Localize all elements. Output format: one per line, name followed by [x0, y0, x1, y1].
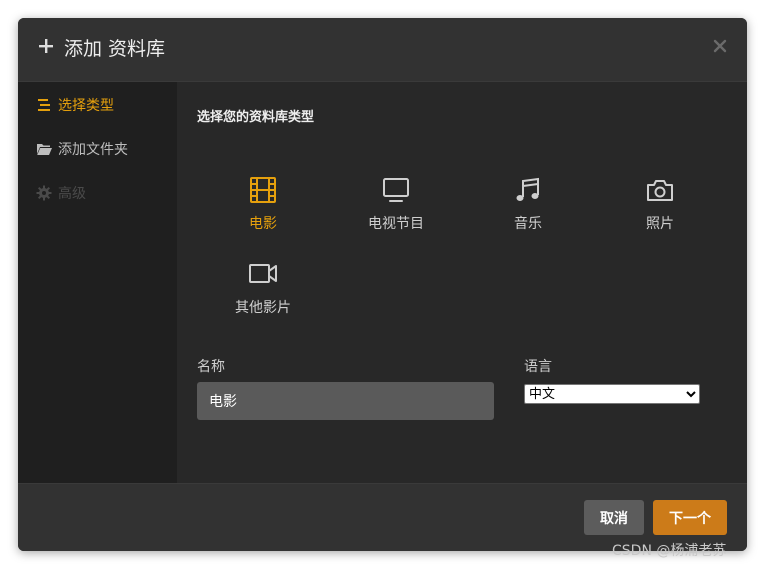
type-option-tv[interactable]: 电视节目 [346, 175, 446, 235]
type-option-label: 照片 [646, 216, 674, 232]
type-option-photos[interactable]: 照片 [610, 175, 710, 235]
language-select[interactable]: 中文 [524, 384, 700, 404]
sidebar-item-label: 高级 [58, 186, 86, 202]
watermark: CSDN @杨浦老苏 [612, 543, 727, 559]
camera-icon [647, 180, 673, 201]
sidebar-item-add-folder[interactable]: 添加文件夹 [36, 138, 166, 160]
sidebar-item-select-type[interactable]: 选择类型 [36, 94, 166, 116]
sidebar-item-advanced: 高级 [36, 182, 166, 204]
name-label: 名称 [197, 359, 225, 375]
type-option-label: 音乐 [514, 216, 542, 232]
list-icon [38, 99, 50, 111]
type-option-label: 其他影片 [235, 300, 291, 316]
add-library-dialog: 添加 资料库 选择类型 添加文件夹 高级 选择您的资料库类型 电影 电视节目 音… [18, 18, 747, 551]
gear-icon [36, 185, 52, 201]
language-label: 语言 [524, 359, 552, 375]
close-icon[interactable] [713, 39, 727, 53]
film-icon [250, 177, 276, 203]
next-button[interactable]: 下一个 [653, 500, 727, 535]
video-camera-icon [249, 264, 277, 283]
type-option-label: 电视节目 [368, 216, 424, 232]
main-panel: 选择您的资料库类型 电影 电视节目 音乐 照片 其他影片 名称 电影 语言 中文 [177, 82, 747, 483]
type-option-label: 电影 [249, 216, 277, 232]
sidebar: 选择类型 添加文件夹 高级 [18, 82, 177, 483]
plus-icon [39, 39, 53, 53]
dialog-title: 添加 资料库 [64, 38, 166, 60]
type-option-movies[interactable]: 电影 [213, 175, 313, 235]
type-option-other-videos[interactable]: 其他影片 [213, 259, 313, 319]
type-option-music[interactable]: 音乐 [478, 175, 578, 235]
music-icon [516, 177, 539, 201]
name-input[interactable] [197, 382, 494, 420]
sidebar-item-label: 添加文件夹 [58, 142, 128, 158]
section-title: 选择您的资料库类型 [197, 110, 315, 125]
cancel-button[interactable]: 取消 [584, 500, 644, 535]
sidebar-item-label: 选择类型 [58, 98, 114, 114]
tv-icon [383, 178, 409, 202]
folder-icon [37, 144, 52, 155]
dialog-header: 添加 资料库 [18, 18, 747, 82]
